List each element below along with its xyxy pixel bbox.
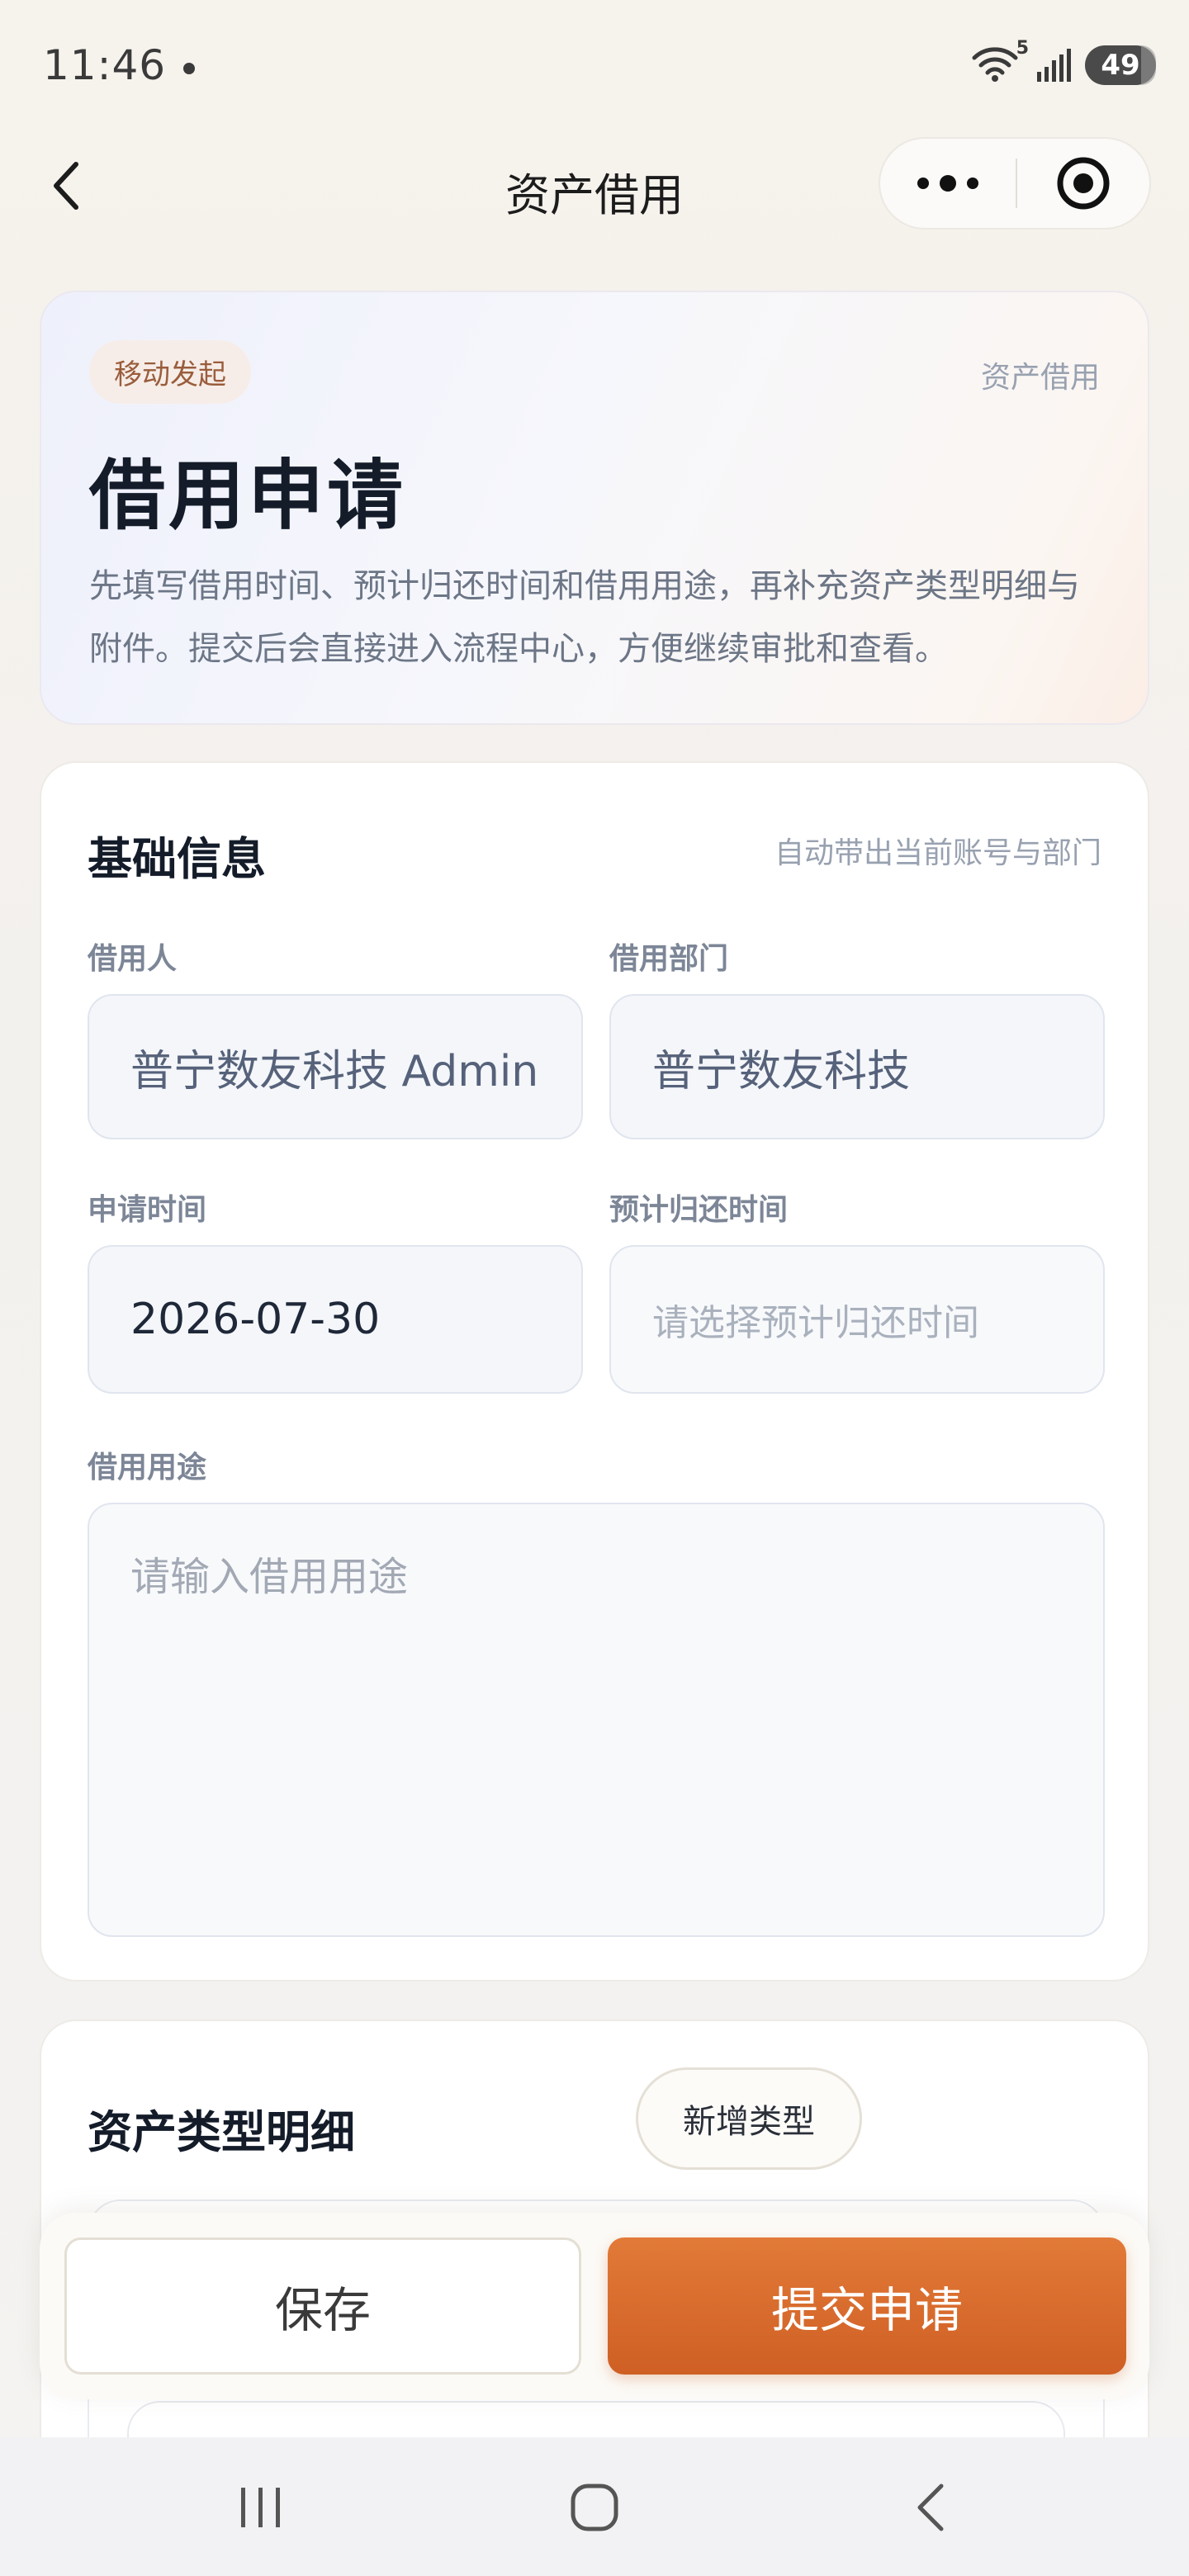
mini-program-capsule — [879, 137, 1151, 230]
home-button[interactable] — [545, 2470, 644, 2545]
system-nav-bar — [0, 2437, 1189, 2576]
page: 11:46 5 49 资产借用 移动发起 资产借用 借用申请 先填写借用时间、预… — [0, 0, 1189, 2576]
status-icons: 5 49 — [971, 38, 1156, 86]
submit-button[interactable]: 提交申请 — [608, 2237, 1126, 2375]
wifi-icon: 5 — [971, 38, 1029, 86]
nav-bar: 资产借用 — [0, 132, 1189, 239]
category-tag: 资产借用 — [980, 361, 1100, 395]
return-time-picker[interactable]: 请选择预计归还时间 — [609, 1245, 1105, 1394]
notification-dot-icon — [183, 63, 195, 74]
home-icon — [571, 2484, 618, 2531]
department-label: 借用部门 — [609, 942, 729, 976]
purpose-textarea[interactable]: 请输入借用用途 — [88, 1503, 1105, 1937]
section-title-basic-info: 基础信息 — [88, 833, 266, 885]
status-time: 11:46 — [43, 41, 167, 89]
recent-apps-icon — [241, 2488, 280, 2527]
hero-title: 借用申请 — [89, 452, 407, 540]
battery-indicator: 49 — [1085, 45, 1156, 85]
more-dots-icon — [917, 175, 978, 192]
back-arrow-icon — [917, 2484, 944, 2531]
apply-time-field[interactable]: 2026-07-30 — [88, 1245, 583, 1394]
section-hint: 自动带出当前账号与部门 — [774, 836, 1101, 870]
back-button[interactable] — [41, 157, 91, 215]
save-button[interactable]: 保存 — [64, 2237, 581, 2375]
department-field: 普宁数友科技 — [609, 994, 1105, 1139]
source-badge: 移动发起 — [89, 340, 251, 404]
borrower-label: 借用人 — [88, 942, 178, 976]
hero-card: 移动发起 资产借用 借用申请 先填写借用时间、预计归还时间和借用用途，再补充资产… — [40, 291, 1149, 725]
action-bar: 保存 提交申请 — [40, 2213, 1149, 2399]
chevron-left-icon — [54, 162, 78, 210]
system-back-button[interactable] — [880, 2470, 979, 2545]
recent-apps-button[interactable] — [211, 2470, 310, 2545]
status-bar: 11:46 5 49 — [0, 0, 1189, 132]
signal-icon — [1035, 47, 1073, 83]
more-button[interactable] — [880, 139, 1016, 228]
wifi-badge: 5 — [1016, 38, 1029, 59]
apply-time-label: 申请时间 — [88, 1193, 207, 1227]
return-time-label: 预计归还时间 — [609, 1193, 789, 1227]
basic-info-card: 基础信息 自动带出当前账号与部门 借用人 普宁数友科技 Admin 借用部门 普… — [40, 761, 1149, 1982]
hero-description: 先填写借用时间、预计归还时间和借用用途，再补充资产类型明细与附件。提交后会直接进… — [89, 567, 1080, 668]
section-title-asset-types: 资产类型明细 — [88, 2106, 355, 2158]
target-close-icon — [1057, 157, 1110, 210]
close-button[interactable] — [1017, 139, 1149, 228]
add-type-button[interactable]: 新增类型 — [636, 2067, 862, 2170]
borrower-field: 普宁数友科技 Admin — [88, 994, 583, 1139]
purpose-label: 借用用途 — [88, 1451, 207, 1485]
